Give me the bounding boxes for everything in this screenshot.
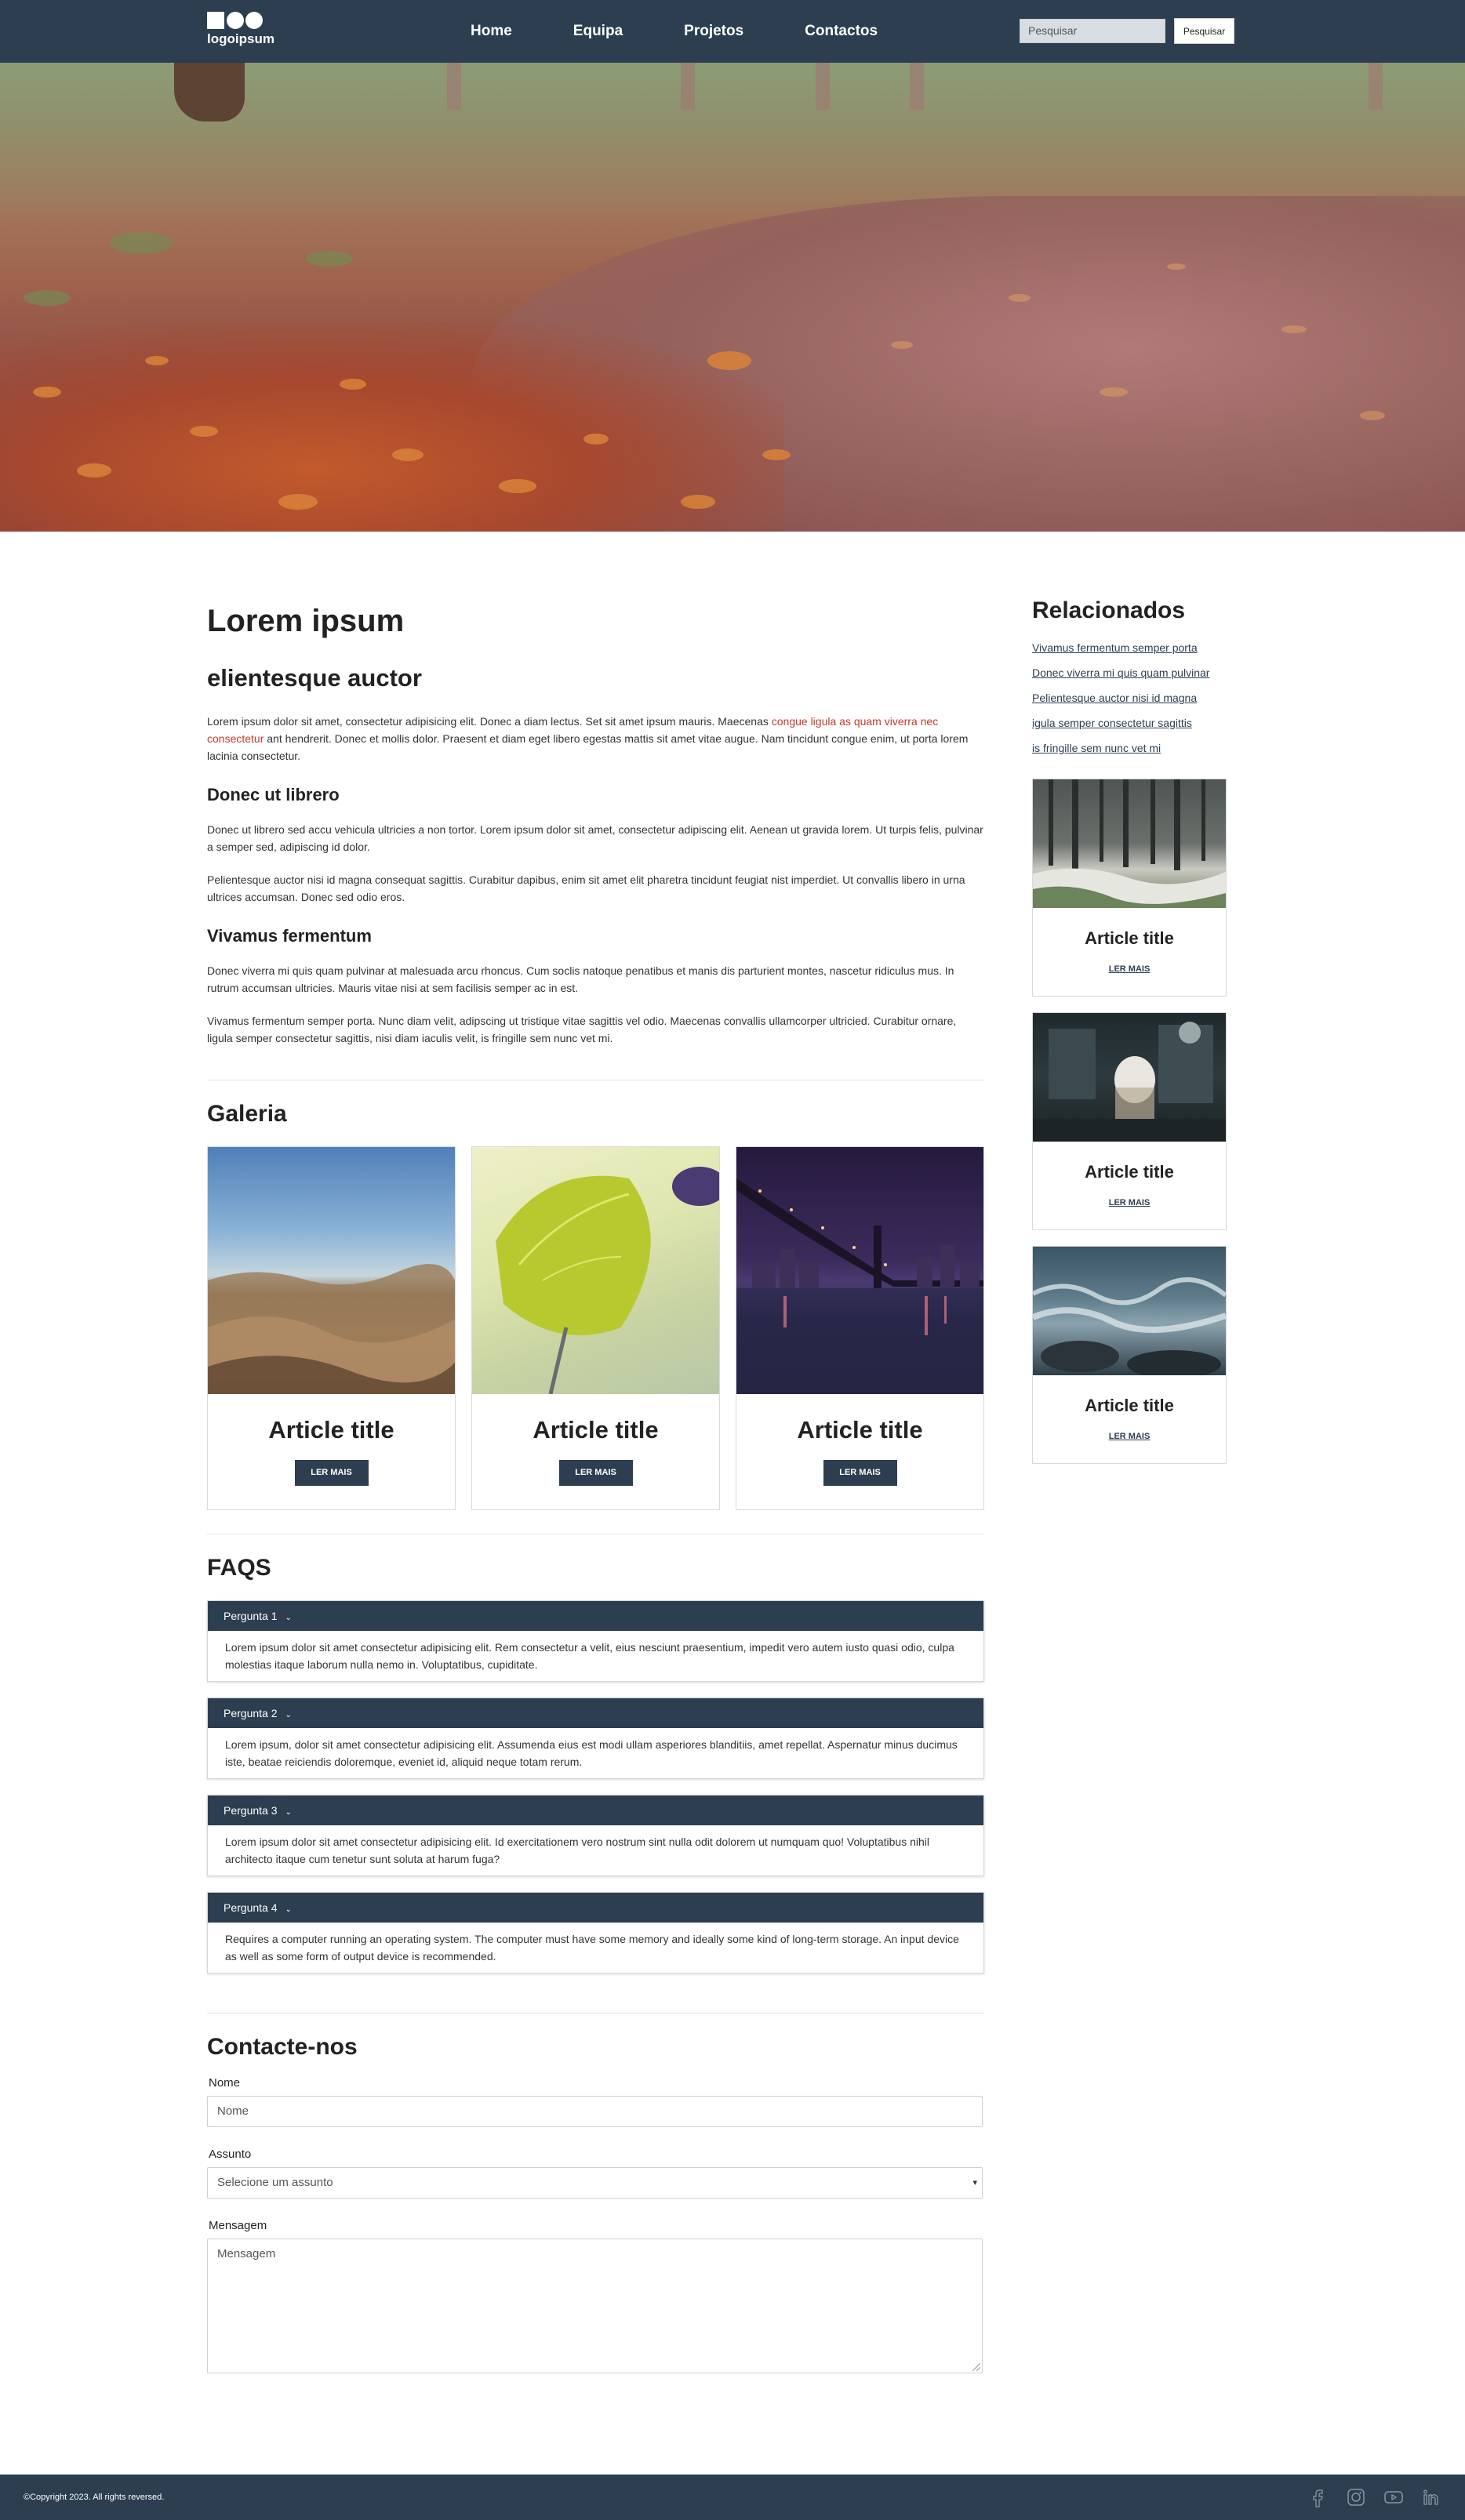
related-links: Vivamus fermentum semper porta Donec viv… — [1032, 640, 1227, 757]
footer: ©Copyright 2023. All rights reversed. — [0, 2475, 1465, 2520]
card-title: Article title — [1085, 928, 1174, 948]
nav-equipa[interactable]: Equipa — [573, 23, 623, 40]
page-subtitle: elientesque auctor — [207, 664, 422, 692]
faq-question[interactable]: Pergunta 2 ⌄ — [208, 1698, 983, 1728]
autumn-leaves-illustration — [24, 232, 1385, 510]
bridge-night-photo — [736, 1147, 983, 1394]
contact-title: Contacte-nos — [207, 2034, 358, 2060]
read-more-link[interactable]: LER MAIS — [1033, 1432, 1226, 1441]
section2-paragraph-1: Donec viverra mi quis quam pulvinar at m… — [207, 964, 954, 994]
card-title: Article title — [1085, 1162, 1174, 1182]
faq-question-label: Pergunta 3 — [224, 1804, 278, 1817]
chevron-down-icon: ⌄ — [285, 1808, 292, 1817]
faqs-title: FAQS — [207, 1555, 271, 1581]
read-more-link[interactable]: LER MAIS — [1033, 964, 1226, 974]
social-icons — [1291, 2487, 1441, 2507]
section1-paragraph-1: Donec ut librero sed accu vehicula ultri… — [207, 823, 983, 853]
copyright-text: ©Copyright 2023. All rights reversed. — [24, 2493, 165, 2502]
gallery-card: Article title LER MAIS — [471, 1146, 720, 1510]
chevron-down-icon: ▾ — [972, 2178, 977, 2188]
intro-paragraph: Lorem ipsum dolor sit amet, consectetur … — [207, 713, 984, 764]
subject-label: Assunto — [209, 2148, 252, 2161]
faq-item: Pergunta 1 ⌄ Lorem ipsum dolor sit amet c… — [207, 1600, 984, 1682]
message-placeholder: Mensagem — [217, 2247, 276, 2260]
logo-text: logoipsum — [207, 31, 274, 46]
name-field[interactable]: Nome — [207, 2096, 983, 2127]
nav-projetos[interactable]: Projetos — [684, 23, 743, 40]
sidebar-card: Article title LER MAIS — [1032, 779, 1227, 997]
faq-answer: Lorem ipsum, dolor sit amet consectetur … — [208, 1728, 983, 1778]
leaf-photo — [472, 1147, 719, 1394]
top-navbar: logoipsum Home Equipa Projetos Contactos… — [0, 0, 1465, 63]
read-more-button[interactable]: LER MAIS — [294, 1460, 369, 1486]
faq-question-label: Pergunta 1 — [224, 1610, 278, 1622]
mountains-photo — [208, 1147, 455, 1394]
gallery-grid: Article title LER MAIS Article title LER… — [207, 1146, 984, 1510]
chevron-down-icon: ⌄ — [285, 1905, 292, 1914]
section-heading-donec: Donec ut librero — [207, 785, 340, 804]
sidebar-title: Relacionados — [1032, 597, 1186, 623]
faq-item: Pergunta 2 ⌄ Lorem ipsum, dolor sit amet … — [207, 1698, 984, 1779]
intro-text-end: ant hendrerit. Donec et mollis dolor. Pr… — [207, 732, 969, 762]
nav-contactos[interactable]: Contactos — [805, 23, 878, 40]
sidebar-card: Article title LER MAIS — [1032, 1246, 1227, 1464]
faq-question[interactable]: Pergunta 3 ⌄ — [208, 1796, 983, 1825]
sidebar: Relacionados Vivamus fermentum semper po… — [1032, 597, 1227, 1480]
gallery-card: Article title LER MAIS — [207, 1146, 456, 1510]
page-title: Lorem ipsum — [207, 604, 405, 638]
message-label: Mensagem — [209, 2219, 267, 2232]
linkedin-icon[interactable] — [1421, 2487, 1441, 2507]
chevron-down-icon: ⌄ — [285, 1614, 292, 1622]
facebook-icon[interactable] — [1308, 2487, 1329, 2507]
read-more-link[interactable]: LER MAIS — [1033, 1198, 1226, 1207]
name-label: Nome — [209, 2076, 241, 2090]
message-field[interactable]: Mensagem — [207, 2239, 983, 2373]
faq-item: Pergunta 4 ⌄ Requires a computer running … — [207, 1892, 984, 1974]
related-link[interactable]: igula semper consectetur sagittis — [1032, 715, 1227, 732]
related-link[interactable]: is fringille sem nunc vet mi — [1032, 740, 1227, 757]
related-link[interactable]: Pelientesque auctor nisi id magna — [1032, 690, 1227, 706]
ocean-waves-photo — [1033, 1247, 1226, 1375]
section2-paragraph-2: Vivamus fermentum semper porta. Nunc dia… — [207, 1015, 957, 1044]
nav-home[interactable]: Home — [471, 23, 512, 40]
related-link[interactable]: Vivamus fermentum semper porta — [1032, 640, 1227, 656]
related-link[interactable]: Donec viverra mi quis quam pulvinar — [1032, 665, 1227, 681]
intro-text-start: Lorem ipsum dolor sit amet, consectetur … — [207, 715, 772, 728]
chevron-down-icon: ⌄ — [285, 1711, 292, 1719]
subject-select-value: Selecione um assunto — [217, 2176, 333, 2189]
coffee-machine-photo — [1033, 1013, 1226, 1142]
faq-answer: Lorem ipsum dolor sit amet consectetur a… — [208, 1825, 983, 1875]
search-input[interactable]: Pesquisar — [1020, 19, 1165, 43]
snowy-forest-photo — [1033, 779, 1226, 908]
resize-handle-icon[interactable] — [972, 2363, 980, 2371]
instagram-icon[interactable] — [1346, 2487, 1366, 2507]
faq-answer: Requires a computer running an operating… — [208, 1923, 983, 1973]
youtube-icon[interactable] — [1383, 2487, 1404, 2507]
faq-question-label: Pergunta 4 — [224, 1901, 278, 1914]
gallery-card: Article title LER MAIS — [736, 1146, 984, 1510]
section-heading-vivamus: Vivamus fermentum — [207, 926, 372, 946]
main-nav: Home Equipa Projetos Contactos — [471, 0, 939, 63]
faq-question[interactable]: Pergunta 1 ⌄ — [208, 1601, 983, 1631]
faq-answer: Lorem ipsum dolor sit amet consectetur a… — [208, 1631, 983, 1681]
logo-mark-icon — [207, 11, 293, 30]
read-more-button[interactable]: LER MAIS — [558, 1460, 633, 1486]
card-title: Article title — [268, 1416, 394, 1443]
faq-item: Pergunta 3 ⌄ Lorem ipsum dolor sit amet c… — [207, 1795, 984, 1876]
faq-question[interactable]: Pergunta 4 ⌄ — [208, 1893, 983, 1923]
hero-image — [0, 63, 1465, 532]
section1-paragraph-2: Pelientesque auctor nisi id magna conseq… — [207, 873, 965, 903]
sidebar-card: Article title LER MAIS — [1032, 1012, 1227, 1230]
card-title: Article title — [1085, 1396, 1174, 1415]
card-title: Article title — [533, 1416, 659, 1443]
logo[interactable]: logoipsum — [207, 11, 293, 52]
faq-question-label: Pergunta 2 — [224, 1707, 278, 1719]
card-title: Article title — [797, 1416, 923, 1443]
main-content: Lorem ipsum elientesque auctor Lorem ips… — [207, 604, 984, 2373]
read-more-button[interactable]: LER MAIS — [823, 1460, 897, 1486]
subject-select[interactable]: Selecione um assunto ▾ — [207, 2167, 983, 2199]
search-button[interactable]: Pesquisar — [1174, 18, 1234, 44]
gallery-title: Galeria — [207, 1101, 287, 1127]
